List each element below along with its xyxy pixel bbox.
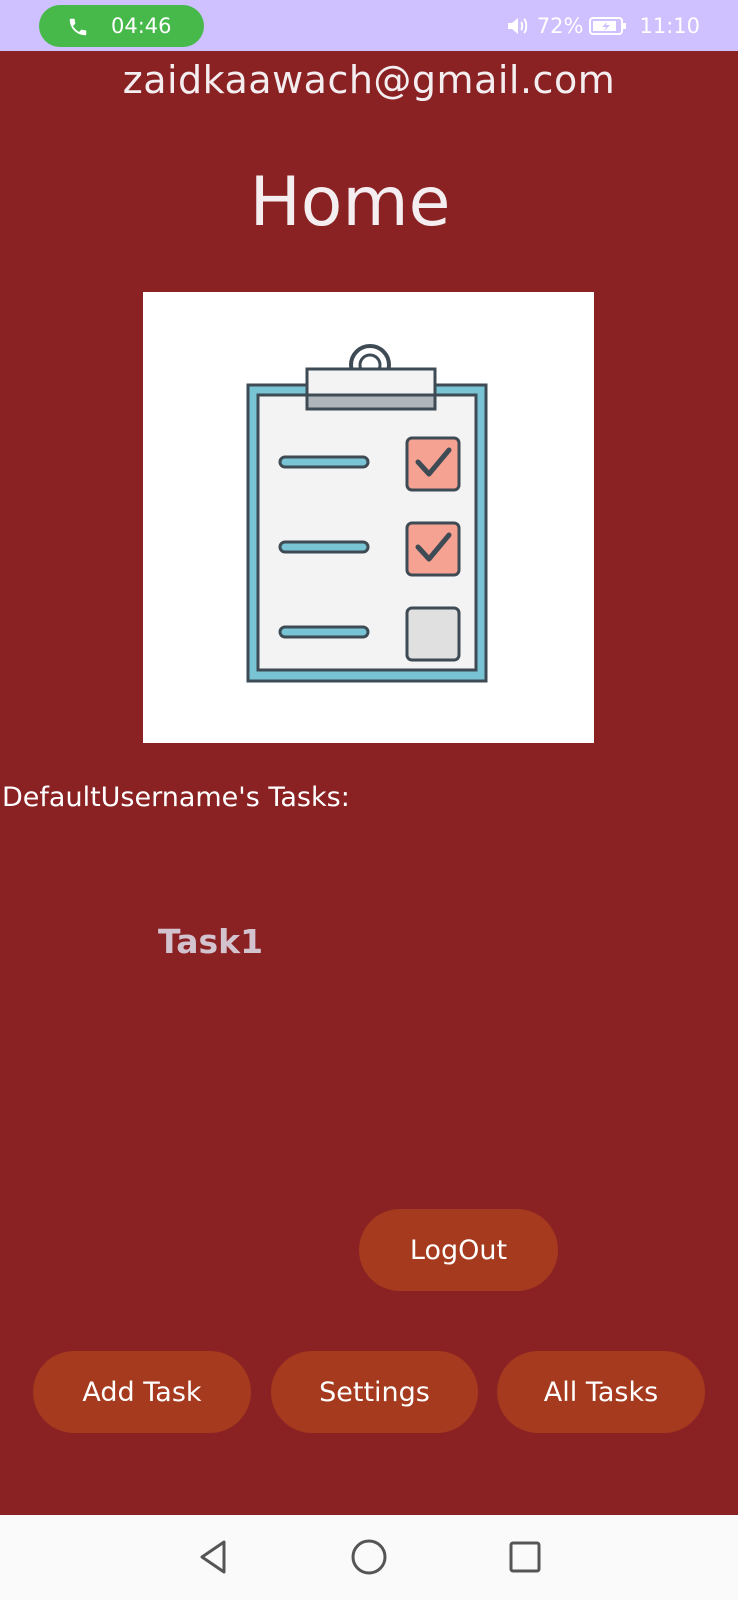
status-bar: 04:46 72% 11:10 (0, 0, 738, 51)
user-email: zaidkaawach@gmail.com (122, 58, 616, 102)
add-task-button[interactable]: Add Task (33, 1351, 251, 1433)
navigation-bar (0, 1515, 738, 1600)
logout-button[interactable]: LogOut (359, 1209, 558, 1291)
status-indicators: 72% 11:10 (505, 12, 700, 40)
recent-apps-icon[interactable] (505, 1537, 545, 1577)
back-icon[interactable] (193, 1537, 233, 1577)
home-icon[interactable] (349, 1537, 389, 1577)
all-tasks-button[interactable]: All Tasks (497, 1351, 705, 1433)
call-duration: 04:46 (111, 14, 172, 38)
battery-charging-icon (589, 17, 627, 35)
tasks-heading: DefaultUsername's Tasks: (2, 782, 350, 813)
list-item[interactable]: Task1 (158, 922, 263, 961)
volume-icon (507, 18, 528, 34)
settings-button[interactable]: Settings (271, 1351, 478, 1433)
clock: 11:10 (639, 14, 700, 38)
clipboard-image (143, 292, 594, 743)
ongoing-call-pill[interactable]: 04:46 (39, 5, 204, 47)
battery-percent: 72% (536, 14, 584, 38)
clipboard-checklist-icon (246, 344, 488, 683)
page-title: Home (249, 163, 451, 242)
phone-icon (69, 18, 87, 36)
